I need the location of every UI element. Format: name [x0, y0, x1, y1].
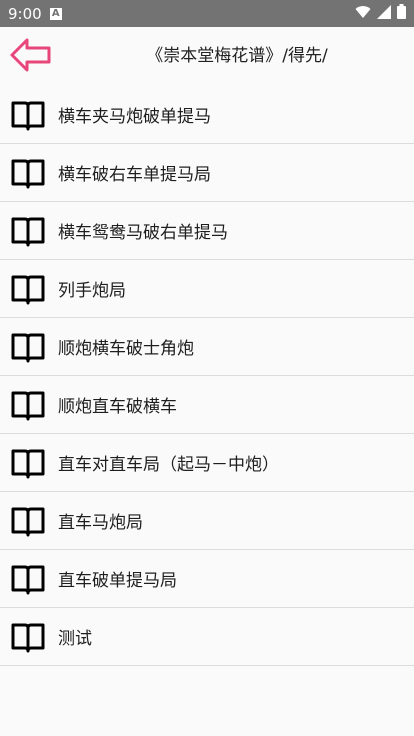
- book-icon: [11, 330, 45, 364]
- status-time: 9:00: [8, 4, 42, 23]
- list-item-label: 顺炮横车破士角炮: [58, 339, 194, 359]
- list-item-label: 横车夹马炮破单提马: [58, 107, 211, 127]
- book-icon: [11, 446, 45, 480]
- status-left: 9:00 A: [8, 5, 62, 23]
- book-icon: [11, 156, 45, 190]
- book-icon: [11, 98, 45, 132]
- book-icon: [11, 214, 45, 248]
- list-item[interactable]: 直车对直车局（起马－中炮）: [0, 434, 414, 492]
- book-icon: [11, 388, 45, 422]
- list-item[interactable]: 直车破单提马局: [0, 550, 414, 608]
- list-item-label: 横车破右车单提马局: [58, 165, 211, 185]
- signal-icon: [377, 4, 391, 23]
- battery-icon: [397, 4, 406, 23]
- a-icon: A: [49, 7, 62, 20]
- list-item[interactable]: 顺炮直车破横车: [0, 376, 414, 434]
- chapter-list: 横车夹马炮破单提马 横车破右车单提马局 横车鸳鸯马破右单提马 列手炮局顺炮横车破士角炮…: [0, 86, 414, 666]
- list-item-label: 直车马炮局: [58, 513, 143, 533]
- list-item[interactable]: 测试: [0, 608, 414, 666]
- status-right: [355, 4, 406, 23]
- back-arrow-icon: [8, 37, 52, 77]
- list-item[interactable]: 横车鸳鸯马破右单提马: [0, 202, 414, 260]
- book-icon: [11, 272, 45, 306]
- wifi-icon: [355, 5, 371, 23]
- list-item-label: 测试: [58, 629, 92, 649]
- list-item[interactable]: 顺炮横车破士角炮: [0, 318, 414, 376]
- list-item[interactable]: 横车破右车单提马局: [0, 144, 414, 202]
- list-item-label: 直车对直车局（起马－中炮）: [58, 455, 279, 475]
- list-item[interactable]: 横车夹马炮破单提马: [0, 86, 414, 144]
- back-button[interactable]: [6, 37, 54, 77]
- book-icon: [11, 504, 45, 538]
- list-item-label: 直车破单提马局: [58, 571, 177, 591]
- status-bar: 9:00 A: [0, 0, 414, 27]
- page-title: 《崇本堂梅花谱》/得先/: [146, 46, 328, 66]
- header: 《崇本堂梅花谱》/得先/: [0, 27, 414, 87]
- book-icon: [11, 620, 45, 654]
- list-item-label: 列手炮局: [58, 281, 126, 301]
- list-item[interactable]: 直车马炮局: [0, 492, 414, 550]
- list-item-label: 顺炮直车破横车: [58, 397, 177, 417]
- book-icon: [11, 562, 45, 596]
- list-item-label: 横车鸳鸯马破右单提马: [58, 223, 228, 243]
- list-item[interactable]: 列手炮局: [0, 260, 414, 318]
